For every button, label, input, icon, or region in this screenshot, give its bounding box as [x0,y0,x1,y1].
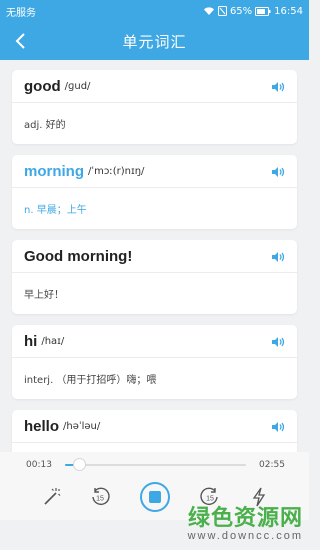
page-title: 单元词汇 [122,32,187,51]
total-time: 02:55 [259,460,285,470]
word-card-active[interactable]: morning /ˈmɔː(r)nɪŋ/ n. 早晨；上午 [12,155,297,229]
rewind-label: 15 [96,496,104,503]
watermark: 绿色资源网 www.downcc.com [170,500,309,550]
meaning-text [12,443,297,452]
word-text: morning [24,162,84,180]
word-card[interactable]: hello /həˈləu/ [12,410,297,452]
speaker-icon[interactable] [270,249,286,265]
watermark-url: www.downcc.com [187,530,303,542]
phonetic-text: /ˈmɔː(r)nɪŋ/ [88,165,145,177]
speaker-icon[interactable] [270,79,286,95]
phonetic-text: /həˈləu/ [63,420,101,432]
meaning-text: 早上好！ [24,289,64,301]
magic-wand-button[interactable] [39,485,63,509]
meaning-text: interj. （用于打招呼）嗨；喂 [24,374,157,386]
word-list[interactable]: good /ɡud/ adj. 好的 morning /ˈmɔː(r)nɪŋ/ … [0,60,309,452]
rewind-15-button[interactable]: 15 [88,485,112,509]
sim-icon [217,6,227,16]
speaker-icon[interactable] [270,164,286,180]
word-card[interactable]: good /ɡud/ adj. 好的 [12,70,297,144]
chevron-left-icon [15,33,25,49]
word-header: morning /ˈmɔː(r)nɪŋ/ [12,155,297,188]
battery-percent: 65% [229,5,253,17]
carrier-label: 无服务 [6,7,36,19]
battery-icon [255,6,271,16]
word-header: Good morning! [12,240,297,273]
speaker-icon[interactable] [270,419,286,435]
word-card[interactable]: hi /haɪ/ interj. （用于打招呼）嗨；喂 [12,325,297,399]
word-header: hi /haɪ/ [12,325,297,358]
wifi-icon [203,6,215,16]
watermark-title: 绿色资源网 [187,506,303,531]
word-card[interactable]: Good morning! 早上好！ [12,240,297,314]
magic-wand-icon [44,488,61,505]
progress-thumb[interactable] [73,458,87,471]
speaker-icon[interactable] [270,334,286,350]
stop-button[interactable] [140,482,170,512]
stop-icon [149,491,161,503]
status-icons: 65% 16:54 [203,6,303,17]
rewind-icon: 15 [92,487,110,506]
word-text: hello [24,417,60,435]
phonetic-text: /haɪ/ [41,335,65,347]
back-button[interactable] [10,30,32,52]
phonetic-text: /ɡud/ [64,80,91,92]
clock: 16:54 [274,5,303,17]
current-time: 00:13 [26,460,52,470]
word-header: good /ɡud/ [12,70,297,103]
word-header: hello /həˈləu/ [12,410,297,443]
word-text: good [24,77,61,95]
progress-track[interactable] [65,464,246,466]
word-text: hi [24,332,38,350]
nav-bar: 单元词汇 [0,22,309,60]
status-bar: 无服务 65% 16:54 [0,0,309,22]
word-text: Good morning! [24,247,133,265]
meaning-text: adj. 好的 [24,119,66,131]
meaning-text: n. 早晨；上午 [24,204,87,216]
